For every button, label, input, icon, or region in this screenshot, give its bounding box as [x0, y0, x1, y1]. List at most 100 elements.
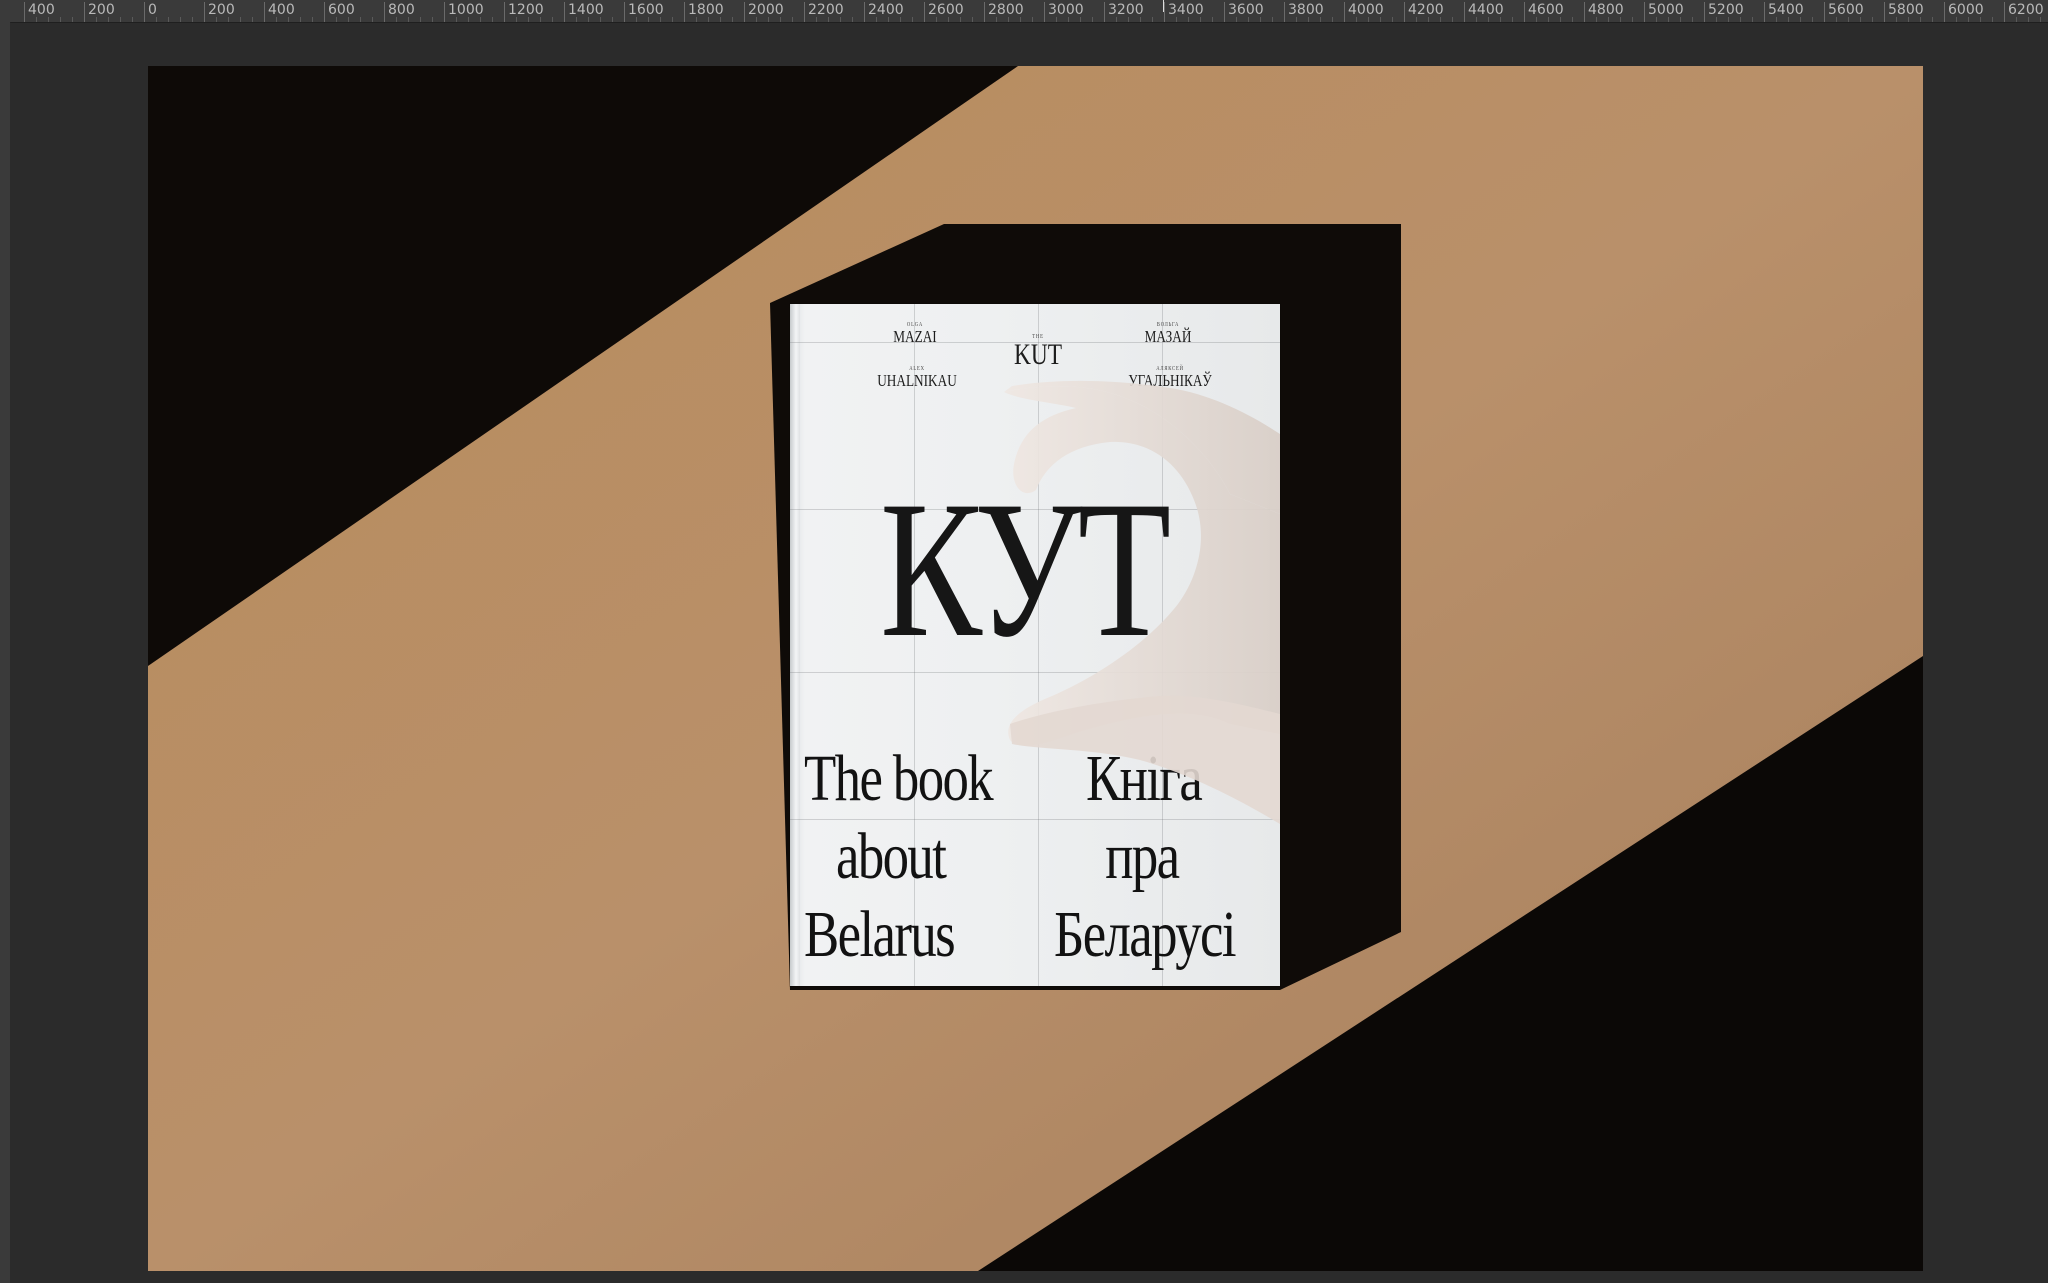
- ruler-minor-tick: [192, 17, 193, 22]
- canvas-area[interactable]: OLGA MAZAI ALEX UHALNIKAU THE KUT ВОЛЬГА…: [10, 23, 2048, 1283]
- credit-en-author1: OLGA MAZAI: [893, 322, 937, 346]
- ruler-minor-tick: [552, 17, 553, 22]
- subtitle-line: about: [836, 820, 947, 893]
- ruler-label: 5800: [1888, 2, 1924, 18]
- ruler-tick: [624, 2, 625, 22]
- credit-en-author2: ALEX UHALNIKAU: [877, 366, 957, 390]
- ruler-label: 6200: [2008, 2, 2044, 18]
- credit-be-author2: АЛЯКСЕЙ УГАЛЬНІКАЎ: [1128, 366, 1212, 390]
- ruler-label: 200: [208, 2, 235, 18]
- ruler-label: 400: [268, 2, 295, 18]
- ruler-minor-tick: [1212, 17, 1213, 22]
- ruler-minor-tick: [732, 17, 733, 22]
- ruler-tick: [2004, 2, 2005, 22]
- ruler-minor-tick: [1632, 17, 1633, 22]
- credit-be-author1: ВОЛЬГА МАЗАЙ: [1144, 322, 1192, 346]
- book-cover: OLGA MAZAI ALEX UHALNIKAU THE KUT ВОЛЬГА…: [790, 304, 1280, 986]
- ruler-tick: [1824, 2, 1825, 22]
- ruler-tick: [1704, 2, 1705, 22]
- ruler-tick: [1764, 2, 1765, 22]
- ruler-tick: [1284, 2, 1285, 22]
- book-title: КУТ: [880, 461, 1171, 678]
- ruler-tick: [264, 2, 265, 22]
- horizontal-ruler[interactable]: 400 200 0 200 400 600 800 1000 1200 1400 1600 1800 2…: [0, 0, 2048, 23]
- ruler-minor-tick: [912, 17, 913, 22]
- ruler-minor-tick: [60, 17, 61, 22]
- ruler-tick: [1584, 2, 1585, 22]
- ruler-label: 1600: [628, 2, 664, 18]
- ruler-tick: [1164, 2, 1165, 22]
- ruler-minor-tick: [1572, 17, 1573, 22]
- ruler-minor-tick: [492, 17, 493, 22]
- ruler-label: 2400: [868, 2, 904, 18]
- ruler-minor-tick: [132, 17, 133, 22]
- ruler-label: 5400: [1768, 2, 1804, 18]
- ruler-label: 2000: [748, 2, 784, 18]
- ruler-tick: [744, 2, 745, 22]
- ruler-minor-tick: [1332, 17, 1333, 22]
- ruler-label: 4600: [1528, 2, 1564, 18]
- ruler-minor-tick: [1932, 17, 1933, 22]
- ruler-minor-tick: [312, 17, 313, 22]
- ruler-label: 5000: [1648, 2, 1684, 18]
- ruler-tick: [1464, 2, 1465, 22]
- ruler-minor-tick: [1692, 17, 1693, 22]
- ruler-tick: [1944, 2, 1945, 22]
- ruler-tick: [804, 2, 805, 22]
- ruler-minor-tick: [1752, 17, 1753, 22]
- ruler-minor-tick: [1152, 17, 1153, 22]
- ruler-label: 1800: [688, 2, 724, 18]
- ruler-label: 5600: [1828, 2, 1864, 18]
- ruler-minor-tick: [72, 17, 73, 22]
- subtitle-line: Кніга: [1086, 742, 1203, 815]
- ruler-minor-tick: [1992, 17, 1993, 22]
- subtitle-english: The book about Belarus: [804, 740, 994, 974]
- subtitle-line: Belarus: [804, 898, 956, 971]
- ruler-minor-tick: [420, 17, 421, 22]
- ruler-label: 800: [388, 2, 415, 18]
- ruler-label: 5200: [1708, 2, 1744, 18]
- ruler-label: 2200: [808, 2, 844, 18]
- ruler-label: 1000: [448, 2, 484, 18]
- ruler-tick: [1644, 2, 1645, 22]
- ruler-minor-tick: [1812, 17, 1813, 22]
- ruler-label: 3800: [1288, 2, 1324, 18]
- ruler-label: 1200: [508, 2, 544, 18]
- ruler-label: 1400: [568, 2, 604, 18]
- ruler-tick: [24, 2, 25, 22]
- ruler-tick: [384, 2, 385, 22]
- ruler-label: 3400: [1168, 2, 1204, 18]
- ruler-label: 4400: [1468, 2, 1504, 18]
- subtitle-line: пра: [1105, 820, 1180, 893]
- ruler-minor-tick: [240, 17, 241, 22]
- ruler-tick: [1524, 2, 1525, 22]
- ruler-label: 400: [28, 2, 55, 18]
- ruler-minor-tick: [300, 17, 301, 22]
- ruler-tick: [924, 2, 925, 22]
- ruler-label: 3000: [1048, 2, 1084, 18]
- subtitle-line: The book: [804, 742, 994, 815]
- subtitle-line: Беларусі: [1054, 898, 1237, 971]
- ruler-label: 3200: [1108, 2, 1144, 18]
- ruler-label: 200: [88, 2, 115, 18]
- ruler-tick: [1224, 2, 1225, 22]
- ruler-tick: [984, 2, 985, 22]
- ruler-label: 4800: [1588, 2, 1624, 18]
- ruler-minor-tick: [1032, 17, 1033, 22]
- artboard-image[interactable]: OLGA MAZAI ALEX UHALNIKAU THE KUT ВОЛЬГА…: [148, 66, 1923, 1271]
- ruler-label: 4200: [1408, 2, 1444, 18]
- ruler-label: 6000: [1948, 2, 1984, 18]
- ruler-minor-tick: [972, 17, 973, 22]
- ruler-tick: [144, 2, 145, 22]
- ruler-tick: [1404, 2, 1405, 22]
- ruler-minor-tick: [120, 17, 121, 22]
- ruler-tick: [1044, 2, 1045, 22]
- ruler-minor-tick: [1092, 17, 1093, 22]
- ruler-minor-tick: [180, 17, 181, 22]
- ruler-minor-tick: [672, 17, 673, 22]
- ruler-minor-tick: [792, 17, 793, 22]
- ruler-minor-tick: [360, 17, 361, 22]
- ruler-label: 600: [328, 2, 355, 18]
- ruler-minor-tick: [1452, 17, 1453, 22]
- ruler-minor-tick: [168, 17, 169, 22]
